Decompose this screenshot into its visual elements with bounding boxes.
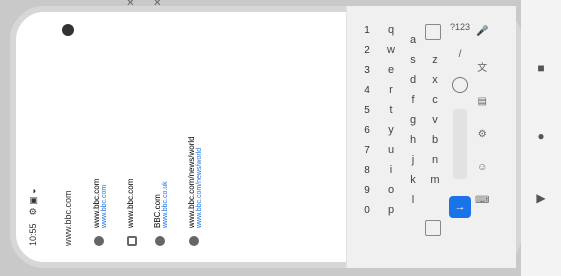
row-asdf: a s d f g h j k l bbox=[405, 32, 421, 208]
key-y[interactable]: y bbox=[383, 122, 399, 138]
shift-key[interactable] bbox=[425, 24, 441, 40]
sticker-icon[interactable]: ☺ bbox=[477, 162, 487, 173]
suggestion-url: www.bbc.com/news/world bbox=[196, 147, 203, 228]
key-x[interactable]: x bbox=[427, 72, 443, 88]
remove-suggestion-icon[interactable]: ✕ bbox=[126, 0, 137, 6]
keyboard-panel: 1 2 3 4 5 6 7 8 9 0 q w e r t y u i o p … bbox=[346, 6, 516, 268]
key-d[interactable]: d bbox=[405, 72, 421, 88]
key-7[interactable]: 7 bbox=[359, 142, 375, 158]
suggestion-title: www.bbc.com bbox=[92, 178, 101, 228]
row-zxcv: z x c v b n m bbox=[427, 52, 443, 188]
suggestion-list: www.bbc.com www.bbc.com www.bbc.com ✕ BB… bbox=[92, 0, 203, 246]
key-9[interactable]: 9 bbox=[359, 182, 375, 198]
symbols-key[interactable]: ?123 bbox=[450, 22, 470, 32]
key-h[interactable]: h bbox=[405, 132, 421, 148]
url-text[interactable]: www.bbc.com bbox=[63, 190, 73, 246]
recent-apps-button[interactable]: ■ bbox=[531, 58, 551, 78]
clock: 10:55 bbox=[28, 223, 38, 246]
translate-icon[interactable]: 文 bbox=[477, 59, 487, 74]
key-r[interactable]: r bbox=[383, 82, 399, 98]
emoji-key[interactable] bbox=[452, 76, 468, 93]
key-j[interactable]: j bbox=[405, 152, 421, 168]
backspace-key[interactable] bbox=[425, 220, 441, 236]
key-k[interactable]: k bbox=[405, 172, 421, 188]
go-key[interactable]: → bbox=[449, 196, 471, 218]
globe-icon bbox=[155, 236, 165, 246]
suggestion-title: www.bbc.com bbox=[126, 178, 135, 228]
home-button[interactable]: ● bbox=[531, 126, 551, 146]
key-u[interactable]: u bbox=[383, 142, 399, 158]
search-icon bbox=[127, 236, 137, 246]
key-w[interactable]: w bbox=[383, 42, 399, 58]
number-row: 1 2 3 4 5 6 7 8 9 0 bbox=[359, 22, 375, 218]
back-button[interactable]: ▶ bbox=[531, 188, 551, 208]
remove-suggestion-icon[interactable]: ✕ bbox=[153, 0, 164, 6]
suggestion-item-3[interactable]: BBC.com www.bbc.co.uk ✕ bbox=[153, 0, 169, 246]
key-n[interactable]: n bbox=[427, 152, 443, 168]
key-e[interactable]: e bbox=[383, 62, 399, 78]
status-icons: ⚙ ▣ ◒ bbox=[28, 188, 38, 216]
key-m[interactable]: m bbox=[427, 172, 443, 188]
globe-icon bbox=[94, 236, 104, 246]
row-qwerty: q w e r t y u i o p bbox=[383, 22, 399, 218]
key-q[interactable]: q bbox=[383, 22, 399, 38]
suggestion-title: BBC.com bbox=[153, 194, 162, 228]
slash-key[interactable]: / bbox=[459, 49, 462, 60]
omnibox[interactable]: www.bbc.com bbox=[62, 24, 74, 246]
suggestion-url: www.bbc.com bbox=[101, 184, 108, 228]
status-bar: 10:55 ⚙ ▣ ◒ bbox=[28, 26, 39, 246]
system-nav-bar: ■ ● ▶ bbox=[521, 0, 561, 276]
key-i[interactable]: i bbox=[383, 162, 399, 178]
key-3[interactable]: 3 bbox=[359, 62, 375, 78]
google-lens-icon[interactable] bbox=[62, 24, 74, 36]
mic-icon[interactable]: 🎤 bbox=[476, 26, 488, 37]
key-v[interactable]: v bbox=[427, 112, 443, 128]
suggestion-item-4[interactable]: www.bbc.com/news/world www.bbc.com/news/… bbox=[187, 16, 203, 246]
settings-icon[interactable]: ⚙ bbox=[478, 129, 487, 140]
space-bar[interactable] bbox=[453, 109, 467, 180]
key-z[interactable]: z bbox=[427, 52, 443, 68]
key-0[interactable]: 0 bbox=[359, 202, 375, 218]
key-g[interactable]: g bbox=[405, 112, 421, 128]
key-2[interactable]: 2 bbox=[359, 42, 375, 58]
bottom-row: ?123 / → bbox=[449, 22, 471, 218]
key-1[interactable]: 1 bbox=[359, 22, 375, 38]
key-4[interactable]: 4 bbox=[359, 82, 375, 98]
keyboard-tools: 🎤 文 ▤ ⚙ ☺ ⌨ bbox=[475, 26, 489, 206]
suggestion-url: www.bbc.co.uk bbox=[162, 181, 169, 228]
key-8[interactable]: 8 bbox=[359, 162, 375, 178]
key-o[interactable]: o bbox=[383, 182, 399, 198]
suggestion-title: www.bbc.com/news/world bbox=[187, 136, 196, 228]
key-l[interactable]: l bbox=[405, 192, 421, 208]
globe-icon bbox=[189, 236, 199, 246]
key-b[interactable]: b bbox=[427, 132, 443, 148]
key-6[interactable]: 6 bbox=[359, 122, 375, 138]
key-5[interactable]: 5 bbox=[359, 102, 375, 118]
key-t[interactable]: t bbox=[383, 102, 399, 118]
keyboard-hide-icon[interactable]: ⌨ bbox=[475, 195, 489, 206]
key-p[interactable]: p bbox=[383, 202, 399, 218]
suggestion-item-2[interactable]: www.bbc.com ✕ bbox=[126, 0, 137, 246]
key-c[interactable]: c bbox=[427, 92, 443, 108]
device-frame: 10:55 ⚙ ▣ ◒ www.bbc.com www.bbc.com www.… bbox=[0, 0, 561, 276]
key-s[interactable]: s bbox=[405, 52, 421, 68]
key-a[interactable]: a bbox=[405, 32, 421, 48]
key-f[interactable]: f bbox=[405, 92, 421, 108]
suggestion-item-1[interactable]: www.bbc.com www.bbc.com bbox=[92, 16, 108, 246]
clipboard-icon[interactable]: ▤ bbox=[477, 96, 486, 107]
